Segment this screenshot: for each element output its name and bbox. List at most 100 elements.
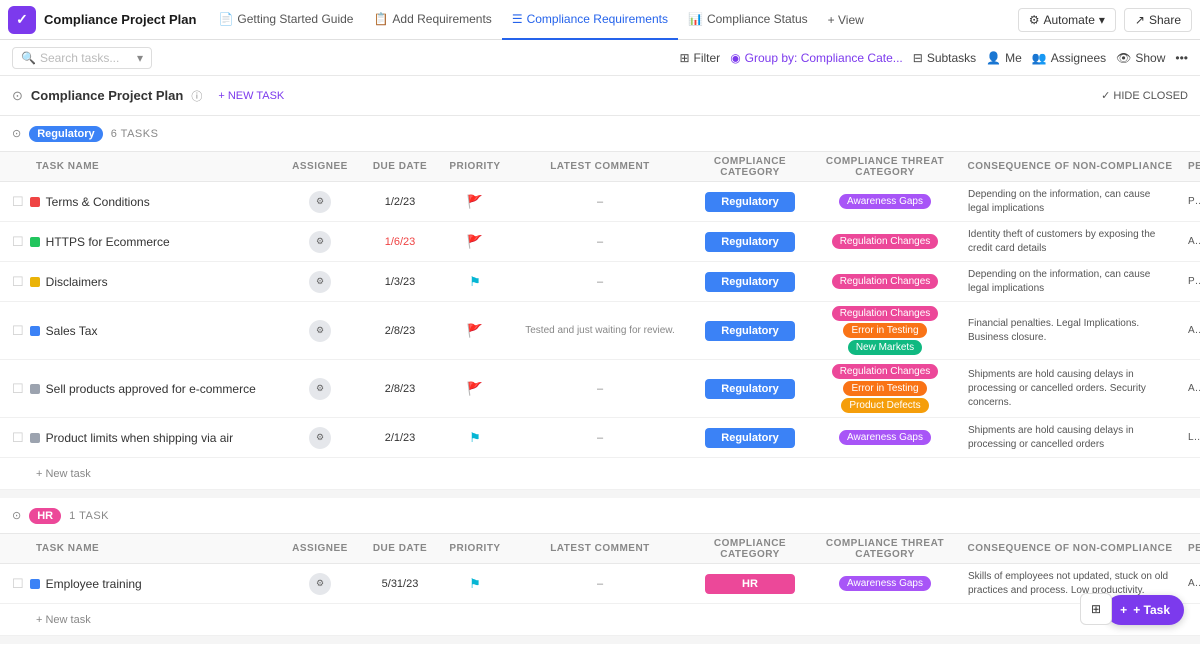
task-name-text[interactable]: Disclaimers [46,275,108,289]
task-compliance-category: HR [690,570,810,598]
filter-button[interactable]: ⊞ Filter [679,51,720,65]
search-box[interactable]: 🔍 Search tasks... ▾ [12,47,152,69]
task-assignee[interactable]: ⚙ [280,320,360,342]
task-priority[interactable]: 🚩 [440,194,510,210]
add-view-button[interactable]: + View [818,0,874,40]
table-row: ☐ Disclaimers ⚙ 1/3/23 ⚑ – Regulatory Re… [0,262,1200,302]
task-name-text[interactable]: Employee training [46,577,142,591]
add-req-icon: 📋 [373,12,388,26]
automate-button[interactable]: ⚙ Automate ▾ [1018,8,1116,32]
task-compliance-category: Regulatory [690,317,810,345]
toolbar: 🔍 Search tasks... ▾ ⊞ Filter ◉ Group by:… [0,40,1200,76]
task-priority[interactable]: ⚑ [440,274,510,290]
table-row: ☐ Sell products approved for e-commerce … [0,360,1200,418]
task-due-date: 2/8/23 [360,325,440,337]
task-assignee[interactable]: ⚙ [280,271,360,293]
task-color-dot [30,197,40,207]
search-icon: 🔍 [21,51,36,65]
tab-compliance-requirements[interactable]: ☰ Compliance Requirements [502,0,678,40]
more-options-button[interactable]: ••• [1175,51,1188,65]
compliance-badge: Regulatory [705,428,795,448]
compliance-badge: Regulatory [705,232,795,252]
task-priority[interactable]: ⚑ [440,576,510,592]
col-header-assignee: ASSIGNEE [280,161,360,172]
priority-flag-icon: ⚑ [469,576,481,592]
task-consequence: Identity theft of customers by exposing … [960,224,1180,260]
task-name-text[interactable]: HTTPS for Ecommerce [46,235,170,249]
col-header-latest-comment: LATEST COMMENT [510,543,690,554]
task-color-dot [30,326,40,336]
show-button[interactable]: 👁 Show [1116,51,1165,65]
col-header-threat-category: COMPLIANCE THREAT CATEGORY [810,156,960,178]
group-header-hr: ⊙ HR 1 TASK [0,498,1200,534]
task-name-text[interactable]: Terms & Conditions [46,195,150,209]
task-assignee[interactable]: ⚙ [280,191,360,213]
hide-closed-button[interactable]: ✓ HIDE CLOSED [1101,89,1188,102]
task-assignee[interactable]: ⚙ [280,427,360,449]
me-button[interactable]: 👤 Me [986,51,1022,65]
group-toggle-hr[interactable]: ⊙ [12,509,21,522]
grid-view-button[interactable]: ⊞ [1080,593,1112,625]
task-checkbox[interactable]: ☐ [12,323,24,339]
task-consequence: Depending on the information, can cause … [960,184,1180,220]
task-assignee[interactable]: ⚙ [280,573,360,595]
group-separator-hr [0,490,1200,498]
task-checkbox[interactable]: ☐ [12,274,24,290]
task-priority[interactable]: 🚩 [440,323,510,339]
add-task-floating-button[interactable]: + + Task [1106,595,1184,625]
task-color-dot [30,237,40,247]
toolbar-actions: ⊞ Filter ◉ Group by: Compliance Cate... … [679,51,1188,65]
new-task-link-regulatory[interactable]: + New task [12,468,91,480]
table-row: ☐ Product limits when shipping via air ⚙… [0,418,1200,458]
task-priority[interactable]: ⚑ [440,430,510,446]
compliance-badge: Regulatory [705,192,795,212]
share-button[interactable]: ↗ Share [1124,8,1192,32]
subtasks-button[interactable]: ⊟ Subtasks [913,51,976,65]
project-header-title: Compliance Project Plan [31,88,183,103]
task-assignee[interactable]: ⚙ [280,378,360,400]
task-compliance-category: Regulatory [690,424,810,452]
task-name-text[interactable]: Product limits when shipping via air [46,431,233,445]
col-header-task-name: TASK NAME [0,543,280,554]
info-icon[interactable]: ⓘ [191,88,202,104]
collapse-icon[interactable]: ⊙ [12,88,23,104]
threat-badge: Regulation Changes [832,364,939,379]
task-checkbox[interactable]: ☐ [12,430,24,446]
avatar: ⚙ [309,320,331,342]
task-assignee[interactable]: ⚙ [280,231,360,253]
avatar: ⚙ [309,378,331,400]
task-name-text[interactable]: Sales Tax [46,324,98,338]
threat-badge: New Markets [848,340,922,355]
top-bar: ✓ Compliance Project Plan 📄 Getting Star… [0,0,1200,40]
new-task-link-hr[interactable]: + New task [12,614,91,626]
group-toggle-regulatory[interactable]: ⊙ [12,127,21,140]
task-priority[interactable]: 🚩 [440,234,510,250]
task-checkbox[interactable]: ☐ [12,576,24,592]
plus-icon: + [1120,603,1127,617]
project-header: ⊙ Compliance Project Plan ⓘ + NEW TASK ✓… [0,76,1200,116]
table-row: ☐ Terms & Conditions ⚙ 1/2/23 🚩 – Regula… [0,182,1200,222]
threat-badge: Error in Testing [843,381,926,396]
col-header-latest-comment: LATEST COMMENT [510,161,690,172]
tab-getting-started[interactable]: 📄 Getting Started Guide [208,0,363,40]
task-priority[interactable]: 🚩 [440,381,510,397]
priority-flag-icon: ⚑ [469,274,481,290]
group-header-regulatory: ⊙ Regulatory 6 TASKS [0,116,1200,152]
task-name-text[interactable]: Sell products approved for e-commerce [46,382,256,396]
avatar: ⚙ [309,573,331,595]
subtasks-icon: ⊟ [913,51,923,65]
new-task-button[interactable]: + NEW TASK [218,90,284,102]
col-header-perform: PERFORM [1180,161,1200,172]
task-checkbox[interactable]: ☐ [12,381,24,397]
assignees-button[interactable]: 👥 Assignees [1032,51,1106,65]
priority-flag-icon: 🚩 [467,234,483,250]
tab-compliance-status[interactable]: 📊 Compliance Status [678,0,818,40]
col-header-perform: PERFORM [1180,543,1200,554]
task-checkbox[interactable]: ☐ [12,194,24,210]
task-consequence: Shipments are hold causing delays in pro… [960,420,1180,456]
task-threat-category: Awareness Gaps [810,572,960,595]
column-headers-hr: TASK NAME ASSIGNEE DUE DATE PRIORITY LAT… [0,534,1200,564]
group-by-button[interactable]: ◉ Group by: Compliance Cate... [730,51,903,65]
task-checkbox[interactable]: ☐ [12,234,24,250]
tab-add-requirements[interactable]: 📋 Add Requirements [363,0,501,40]
